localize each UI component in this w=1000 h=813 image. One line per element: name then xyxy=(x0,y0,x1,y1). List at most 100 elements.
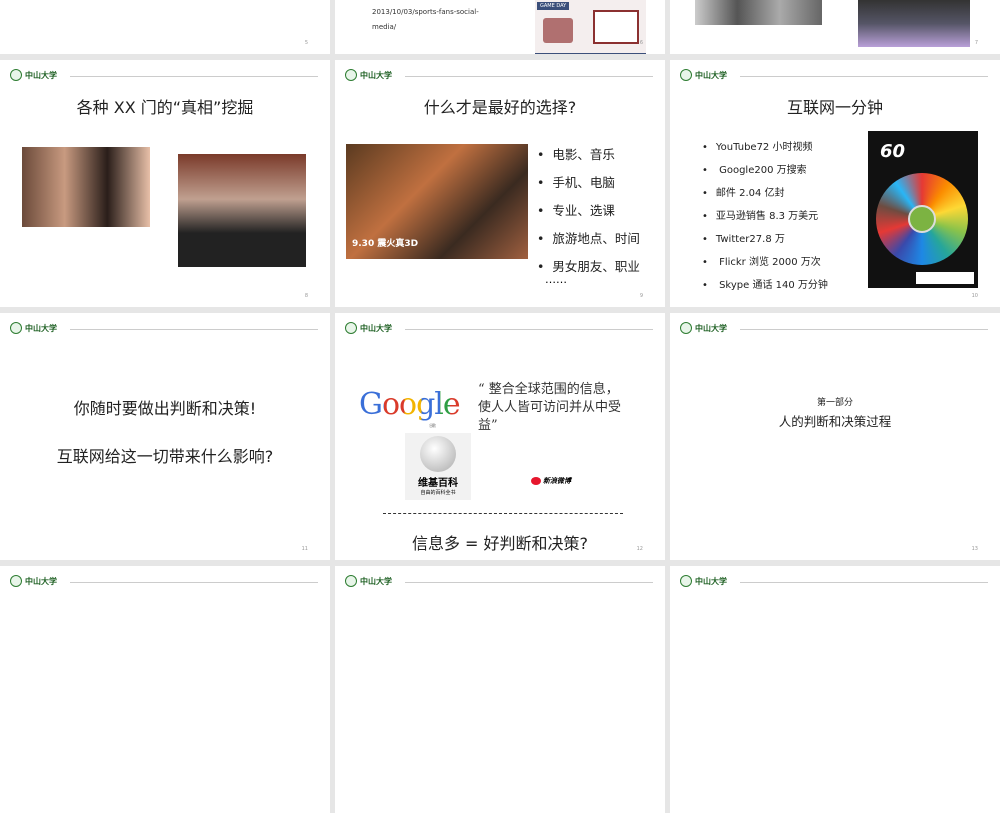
slide-10-thumbnail[interactable]: 中山大学 互联网一分钟 YouTube72 小时视频 Google200 万搜索… xyxy=(670,60,1000,307)
bullet-item: 旅游地点、时间 xyxy=(537,228,640,247)
university-logo: 中山大学 xyxy=(345,575,392,587)
slide-7-thumbnail[interactable]: 7 xyxy=(670,0,1000,54)
seal-icon xyxy=(680,69,692,81)
divider xyxy=(70,582,318,583)
logo-text: 中山大学 xyxy=(695,575,727,586)
logo-text: 中山大学 xyxy=(360,322,392,333)
image-label: GAME DAY xyxy=(537,2,570,10)
university-logo: 中山大学 xyxy=(680,575,727,587)
bullet-item: Skype 通话 140 万分钟 xyxy=(702,276,828,291)
logo-text: 中山大学 xyxy=(25,69,57,80)
slide-number: 9 xyxy=(639,293,643,299)
slide-13-thumbnail[interactable]: 中山大学 第一部分 人的判断和决策过程 13 xyxy=(670,313,1000,560)
dashed-divider xyxy=(383,513,623,514)
weibo-icon xyxy=(531,477,541,485)
slide-number: 12 xyxy=(636,546,643,552)
logo-text: 中山大学 xyxy=(695,322,727,333)
slide-title: 互联网一分钟 xyxy=(786,98,883,117)
slide-11-thumbnail[interactable]: 中山大学 你随时要做出判断和决策! 互联网给这一切带来什么影响? 11 xyxy=(0,313,330,560)
wiki-subtitle: 自由的百科全书 xyxy=(420,490,456,496)
section-label: 第一部分 xyxy=(816,398,853,408)
slide-5-thumbnail[interactable]: 5 xyxy=(0,0,330,54)
google-wordmark: Google xyxy=(359,387,461,422)
seal-icon xyxy=(680,575,692,587)
slide-number: 5 xyxy=(304,40,308,46)
bullet-item: 电影、音乐 xyxy=(537,144,640,163)
bullet-item: 亚马逊销售 8.3 万美元 xyxy=(702,207,828,222)
ellipsis: …… xyxy=(545,273,567,286)
university-logo: 中山大学 xyxy=(10,322,57,334)
bullet-item: 邮件 2.04 亿封 xyxy=(702,184,828,199)
photo xyxy=(695,0,822,25)
weibo-logo: 新浪微博 xyxy=(531,476,571,486)
wiki-title: 维基百科 xyxy=(418,478,458,489)
slide-text-line: 互联网给这一切带来什么影响? xyxy=(56,447,274,466)
divider xyxy=(740,329,988,330)
globe-icon xyxy=(420,436,456,472)
divider xyxy=(405,329,653,330)
slide-number: 10 xyxy=(971,293,978,299)
seal-icon xyxy=(345,322,357,334)
slide-number: 6 xyxy=(639,40,643,46)
university-logo: 中山大学 xyxy=(10,575,57,587)
seal-icon xyxy=(10,69,22,81)
bullet-item: Flickr 浏览 2000 万次 xyxy=(702,253,828,268)
university-logo: 中山大学 xyxy=(680,69,727,81)
slide-6-thumbnail[interactable]: 2013/10/03/sports-fans-social- media/ GA… xyxy=(335,0,665,54)
logo-text: 中山大学 xyxy=(25,575,57,586)
weibo-text: 新浪微博 xyxy=(543,477,571,485)
photo xyxy=(22,147,150,227)
seal-icon xyxy=(345,575,357,587)
bullet-item: Twitter27.8 万 xyxy=(702,230,828,245)
university-logo: 中山大学 xyxy=(680,322,727,334)
bottom-question: 信息多 = 好判断和决策? xyxy=(411,534,589,553)
bullet-list: 电影、音乐 手机、电脑 专业、选课 旅游地点、时间 男女朋友、职业 xyxy=(537,144,640,284)
logo-text: 中山大学 xyxy=(25,322,57,333)
seal-icon xyxy=(10,575,22,587)
bullet-item: 手机、电脑 xyxy=(537,172,640,191)
slide-8-thumbnail[interactable]: 中山大学 各种 XX 门的“真相”挖掘 8 xyxy=(0,60,330,307)
slide-number: 7 xyxy=(974,40,978,46)
divider xyxy=(405,582,653,583)
url-line: 2013/10/03/sports-fans-social- xyxy=(372,8,479,16)
divider xyxy=(405,76,653,77)
seal-icon xyxy=(680,322,692,334)
logo-text: 中山大学 xyxy=(360,69,392,80)
slide-15-thumbnail[interactable]: 中山大学 xyxy=(335,566,665,813)
wikipedia-logo: 维基百科 自由的百科全书 xyxy=(405,433,471,500)
divider xyxy=(70,76,318,77)
university-logo: 中山大学 xyxy=(10,69,57,81)
divider xyxy=(740,582,988,583)
slide-number: 11 xyxy=(301,546,308,552)
slide-text-line: 你随时要做出判断和决策! xyxy=(73,399,257,418)
url-text: 2013/10/03/sports-fans-social- media/ xyxy=(372,5,479,35)
seal-icon xyxy=(345,69,357,81)
divider xyxy=(70,329,318,330)
infographic-title: 60 xyxy=(880,141,906,162)
poster-text: 9.30 震火真3D xyxy=(352,239,419,249)
bullet-list: YouTube72 小时视频 Google200 万搜索 邮件 2.04 亿封 … xyxy=(702,138,828,299)
slide-title: 什么才是最好的选择? xyxy=(423,98,577,117)
movie-poster: 9.30 震火真3D xyxy=(346,144,528,259)
slide-14-thumbnail[interactable]: 中山大学 xyxy=(0,566,330,813)
photo xyxy=(858,0,970,47)
slide-number: 8 xyxy=(304,293,308,299)
slide-12-thumbnail[interactable]: 中山大学 Google 谷歌 “ 整合全球范围的信息，使人人皆可访问并从中受益”… xyxy=(335,313,665,560)
bullet-item: Google200 万搜索 xyxy=(702,161,828,176)
slide-16-thumbnail[interactable]: 中山大学 xyxy=(670,566,1000,813)
infographic-image: 60 xyxy=(868,131,978,288)
logo-text: 中山大学 xyxy=(695,69,727,80)
slide-9-thumbnail[interactable]: 中山大学 什么才是最好的选择? 9.30 震火真3D 电影、音乐 手机、电脑 专… xyxy=(335,60,665,307)
section-title: 人的判断和决策过程 xyxy=(778,414,892,429)
google-subtitle: 谷歌 xyxy=(429,423,436,428)
infographic-image: GAME DAY xyxy=(535,0,646,54)
divider xyxy=(740,76,988,77)
quote: “ 整合全球范围的信息，使人人皆可访问并从中受益” xyxy=(478,382,622,433)
photo xyxy=(178,154,306,267)
university-logo: 中山大学 xyxy=(345,322,392,334)
slide-number: 13 xyxy=(971,546,978,552)
bullet-item: YouTube72 小时视频 xyxy=(702,138,828,153)
logo-text: 中山大学 xyxy=(360,575,392,586)
google-logo: Google 谷歌 xyxy=(359,387,461,428)
url-line: media/ xyxy=(372,23,397,31)
